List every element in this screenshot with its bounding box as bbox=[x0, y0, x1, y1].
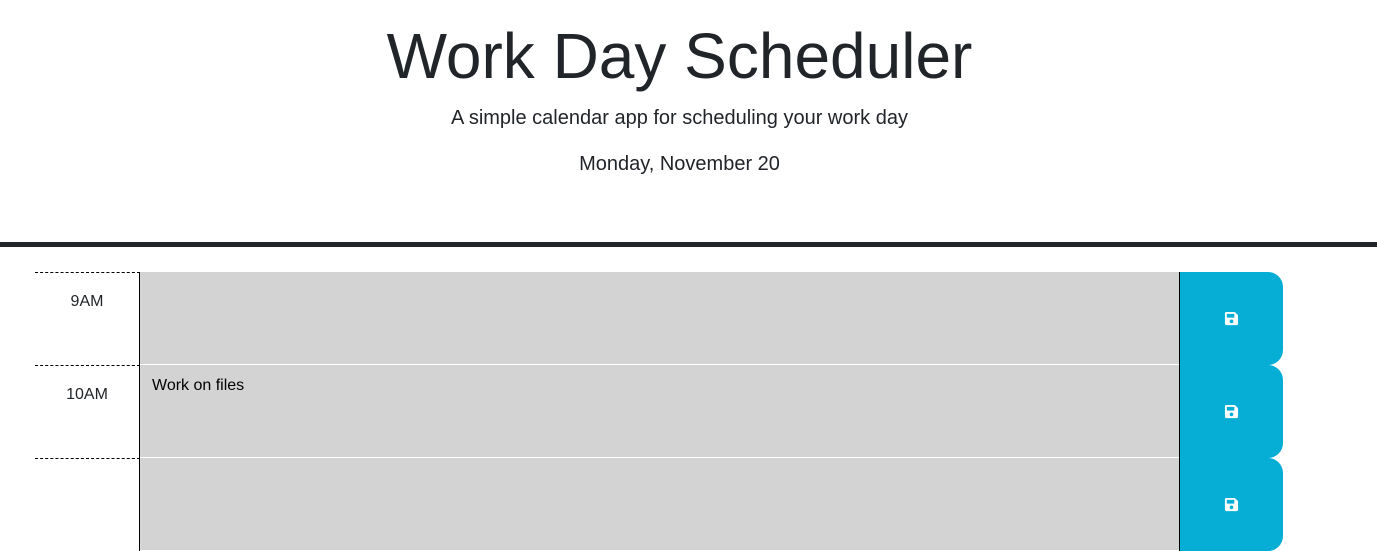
floppy-disk-icon bbox=[1224, 497, 1239, 512]
page-subtitle: A simple calendar app for scheduling you… bbox=[451, 107, 908, 129]
time-block-11am bbox=[35, 458, 1283, 551]
description-textarea[interactable] bbox=[140, 458, 1179, 551]
hour-label: 10AM bbox=[35, 365, 140, 458]
page-title: Work Day Scheduler bbox=[386, 20, 973, 92]
description-textarea[interactable]: Work on files bbox=[140, 365, 1179, 458]
description-textarea[interactable] bbox=[140, 272, 1179, 365]
time-block-9am: 9AM bbox=[35, 272, 1283, 365]
time-block-container: 9AM 10AM Work on files bbox=[35, 272, 1283, 551]
save-button[interactable] bbox=[1179, 365, 1283, 458]
hour-label: 9AM bbox=[35, 272, 140, 365]
hour-label bbox=[35, 458, 140, 551]
save-button[interactable] bbox=[1179, 458, 1283, 551]
floppy-disk-icon bbox=[1224, 311, 1239, 326]
time-block-10am: 10AM Work on files bbox=[35, 365, 1283, 458]
current-day: Monday, November 20 bbox=[579, 153, 780, 175]
save-button[interactable] bbox=[1179, 272, 1283, 365]
jumbotron-header: Work Day Scheduler A simple calendar app… bbox=[0, 0, 1377, 247]
floppy-disk-icon bbox=[1224, 404, 1239, 419]
